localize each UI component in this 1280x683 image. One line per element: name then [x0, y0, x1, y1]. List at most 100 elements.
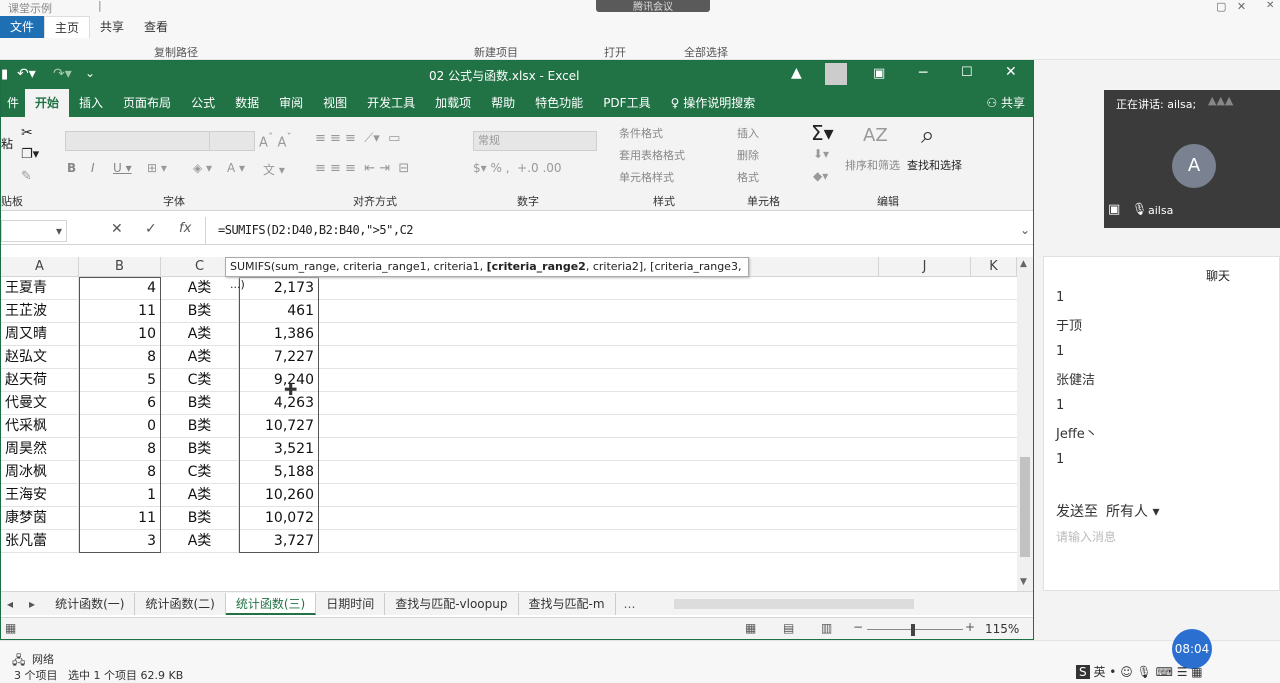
cell-count[interactable]: 4	[79, 277, 161, 300]
user-avatar[interactable]	[825, 63, 847, 85]
copy-icon[interactable]: ❐▾	[21, 147, 39, 162]
network-label[interactable]: 网络	[32, 651, 54, 667]
find-select-button[interactable]: 查找和选择	[907, 157, 962, 173]
warning-icon[interactable]: ▲	[791, 65, 802, 81]
cell-count[interactable]: 8	[79, 438, 161, 461]
tab-view[interactable]: 视图	[313, 89, 357, 117]
cell-amount[interactable]: 10,727	[239, 415, 319, 438]
cell-amount[interactable]: 5,188	[239, 461, 319, 484]
share-button[interactable]: ⚇ 共享	[976, 89, 1033, 117]
expand-formula-icon[interactable]: ⌄	[1020, 223, 1030, 237]
col-header-k[interactable]: K	[971, 257, 1017, 277]
cell-category[interactable]: B类	[161, 300, 239, 323]
ime-label[interactable]: 英	[1093, 665, 1105, 679]
clear-icon[interactable]: ◆▾	[813, 169, 828, 183]
tab-addins[interactable]: 加载项	[425, 89, 481, 117]
cell-count[interactable]: 10	[79, 323, 161, 346]
cell-name[interactable]: 代采枫	[1, 415, 79, 438]
bold-icon[interactable]: B	[67, 161, 76, 175]
format-cells-button[interactable]: 格式	[737, 169, 759, 185]
paste-button[interactable]: 粘	[1, 135, 13, 152]
sogou-icon[interactable]: S	[1076, 665, 1090, 679]
font-grow-icon[interactable]: Aˆ Aˇ	[259, 131, 292, 150]
explorer-tab-view[interactable]: 查看	[134, 16, 178, 38]
cell-name[interactable]: 周冰枫	[1, 461, 79, 484]
sheet-tab-stat1[interactable]: 统计函数(一)	[45, 592, 136, 615]
cell-name[interactable]: 王夏青	[1, 277, 79, 300]
number-format-icons[interactable]: $▾ % , +.0 .00	[473, 161, 562, 175]
send-to-select[interactable]: 所有人 ▾	[1106, 501, 1159, 521]
close-icon[interactable]: ✕	[1005, 64, 1017, 80]
cell-amount[interactable]: 10,072	[239, 507, 319, 530]
cell-amount[interactable]: 4,263	[239, 392, 319, 415]
name-box[interactable]: ▾	[1, 220, 67, 242]
tab-home[interactable]: 开始	[25, 89, 70, 117]
border-icon[interactable]: ⊞ ▾	[147, 161, 167, 175]
search-icon[interactable]: ⌕	[921, 121, 934, 149]
zoom-slider[interactable]	[867, 629, 963, 630]
page-layout-icon[interactable]: ▤	[783, 621, 794, 635]
sort-filter-button[interactable]: 排序和筛选	[845, 157, 900, 173]
sheet-nav-next[interactable]: ▸	[19, 597, 45, 611]
right-close-icon[interactable]: ✕	[1266, 0, 1280, 14]
zoom-out-icon[interactable]: −	[853, 620, 863, 634]
font-color-icon[interactable]: A ▾	[227, 161, 245, 175]
cell-amount[interactable]: 1,386	[239, 323, 319, 346]
cell-amount[interactable]: 2,173	[239, 277, 319, 300]
cell-count[interactable]: 11	[79, 300, 161, 323]
align-top-icons[interactable]: ≡ ≡ ≡ ⟋▾ ▭	[315, 131, 400, 146]
number-format-select[interactable]: 常规	[473, 131, 597, 151]
sheet-tab-stat2[interactable]: 统计函数(二)	[135, 592, 226, 615]
cell-category[interactable]: A类	[161, 277, 239, 300]
cell-name[interactable]: 康梦茵	[1, 507, 79, 530]
cell-count[interactable]: 8	[79, 461, 161, 484]
cell-category[interactable]: B类	[161, 415, 239, 438]
sheet-nav-ellipsis[interactable]: ◂	[1, 597, 19, 611]
insert-function-icon[interactable]: fx	[179, 221, 191, 236]
zoom-level[interactable]: 115%	[985, 622, 1019, 636]
explorer-tab-home[interactable]: 主页	[44, 16, 91, 38]
align-left-icons[interactable]: ≡ ≡ ≡ ⇤ ⇥ ⊟	[315, 161, 409, 176]
meeting-app-bar[interactable]: 腾讯会议	[596, 0, 710, 13]
delete-cells-button[interactable]: 删除	[737, 147, 759, 163]
tab-insert[interactable]: 插入	[69, 89, 113, 117]
cell-name[interactable]: 赵天荷	[1, 369, 79, 392]
underline-icon[interactable]: U ▾	[113, 161, 132, 175]
autosum-icon[interactable]: Σ▾	[811, 121, 834, 145]
format-as-table-button[interactable]: 套用表格格式	[619, 147, 685, 163]
undo-icon[interactable]: ↶▾	[17, 66, 36, 82]
autosave-icon[interactable]: ▮	[1, 67, 8, 82]
italic-icon[interactable]: I	[91, 161, 95, 175]
redo-icon[interactable]: ↷▾	[53, 66, 72, 82]
cell-count[interactable]: 0	[79, 415, 161, 438]
cell-category[interactable]: B类	[161, 507, 239, 530]
cell-category[interactable]: B类	[161, 438, 239, 461]
vertical-scrollbar[interactable]: ▲ ▼	[1017, 257, 1033, 591]
font-size-select[interactable]	[209, 131, 255, 151]
cell-name[interactable]: 周昊然	[1, 438, 79, 461]
cell-name[interactable]: 王芷波	[1, 300, 79, 323]
customize-toolbar-icon[interactable]: ⌄	[85, 66, 95, 80]
tab-help[interactable]: 帮助	[481, 89, 525, 117]
sort-filter-icon[interactable]: AZ	[863, 125, 888, 146]
enter-icon[interactable]: ✓	[145, 221, 157, 237]
sheet-tabs-more-icon[interactable]: …	[616, 597, 644, 611]
open-button[interactable]: 打开	[604, 44, 626, 60]
col-header-a[interactable]: A	[1, 257, 79, 277]
cell-name[interactable]: 周又晴	[1, 323, 79, 346]
cell-count[interactable]: 3	[79, 530, 161, 553]
cancel-icon[interactable]: ✕	[111, 221, 123, 237]
cell-name[interactable]: 张凡蕾	[1, 530, 79, 553]
sheet-tab-stat3[interactable]: 统计函数(三)	[225, 592, 317, 615]
cell-name[interactable]: 赵弘文	[1, 346, 79, 369]
maximize-icon[interactable]: ☐	[961, 65, 973, 80]
tab-data[interactable]: 数据	[225, 89, 269, 117]
explorer-tab-share[interactable]: 共享	[90, 16, 134, 38]
cell-category[interactable]: C类	[161, 369, 239, 392]
sheet-tab-match[interactable]: 查找与匹配-m	[519, 592, 616, 615]
tab-formulas[interactable]: 公式	[181, 89, 225, 117]
tab-developer[interactable]: 开发工具	[357, 89, 425, 117]
cell-count[interactable]: 8	[79, 346, 161, 369]
minimize-icon[interactable]: ─	[919, 65, 927, 81]
explorer-tab-file[interactable]: 文件	[0, 16, 45, 38]
